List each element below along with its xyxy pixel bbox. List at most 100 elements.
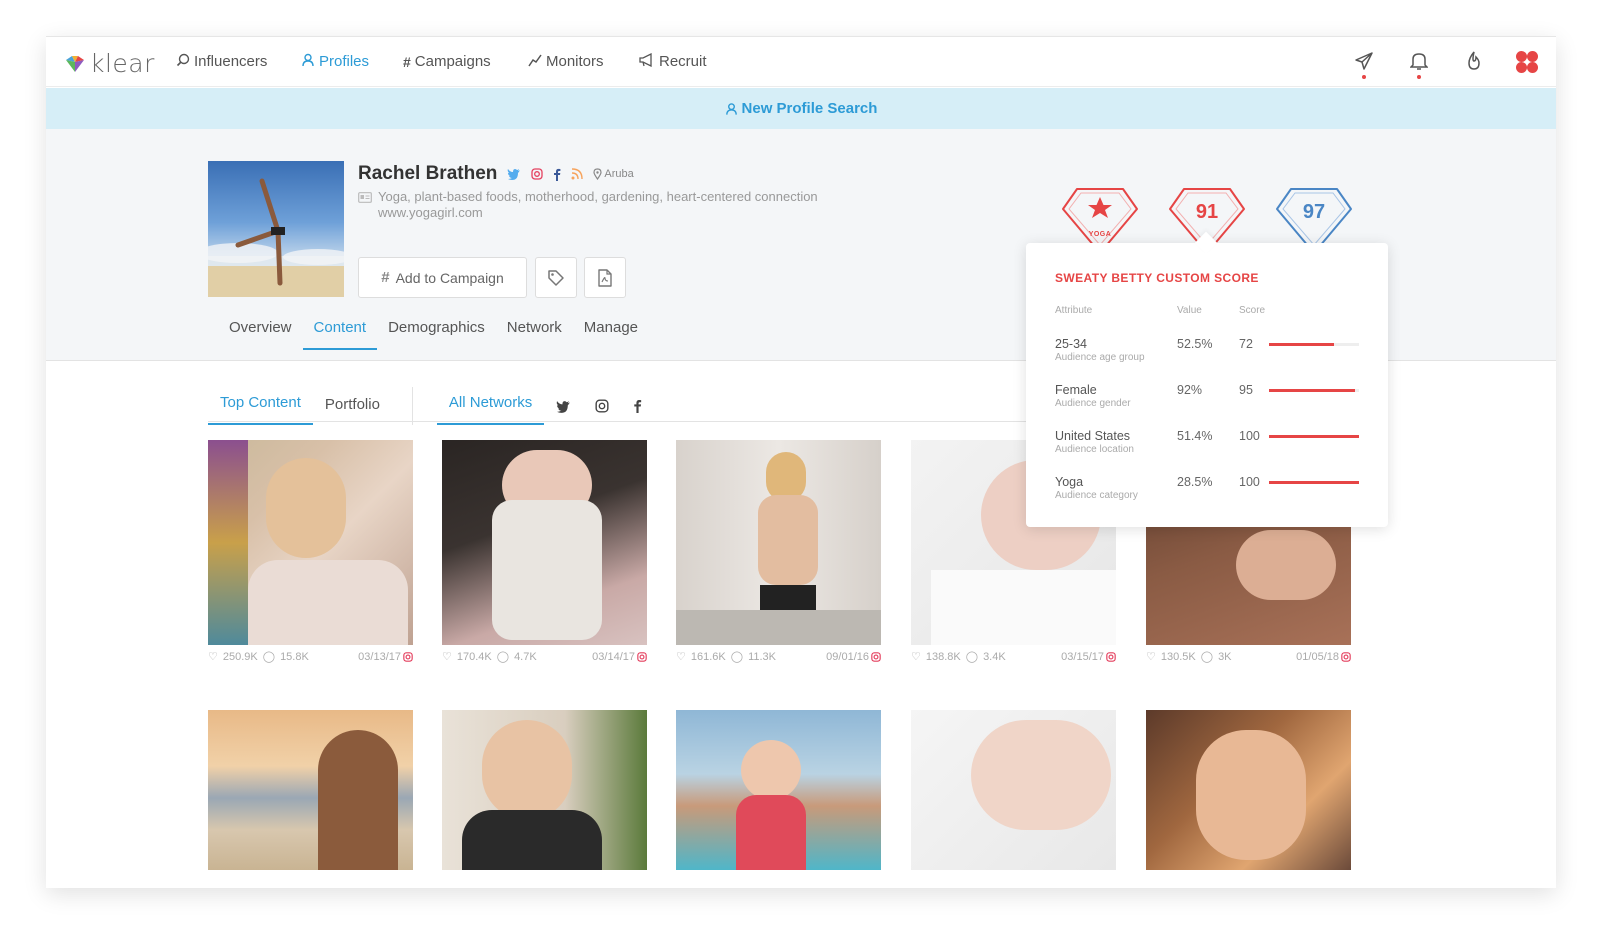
like-count: 138.8K <box>925 650 961 663</box>
post-card[interactable]: ♡ 170.4K ◯ 4.7K 03/14/17 <box>442 440 647 663</box>
comment-icon: ◯ <box>1200 651 1214 663</box>
location-text: Aruba <box>604 168 634 180</box>
bio-text: Yoga, plant-based foods, motherhood, gar… <box>378 189 818 204</box>
nav-influencers[interactable]: Influencers <box>176 53 267 70</box>
trend-icon <box>528 53 542 70</box>
post-meta: ♡ 130.5K ◯ 3K 01/05/18 <box>1146 650 1351 663</box>
attribute-name: Yoga <box>1055 475 1084 489</box>
add-to-campaign-button[interactable]: # Add to Campaign <box>358 257 527 298</box>
trending-button[interactable] <box>1462 49 1486 73</box>
attribute-value: 28.5% <box>1177 475 1213 489</box>
score-bar <box>1269 343 1359 346</box>
comment-count: 3.4K <box>983 650 1006 663</box>
attribute-score: 95 <box>1239 383 1253 397</box>
profile-website[interactable]: www.yogagirl.com <box>358 205 818 221</box>
post-image <box>442 440 647 645</box>
instagram-icon <box>1106 651 1116 662</box>
post-card[interactable] <box>208 710 413 870</box>
notifications-button[interactable] <box>1407 49 1431 79</box>
post-date: 03/14/17 <box>592 650 635 663</box>
post-image <box>208 710 413 870</box>
tab-network[interactable]: Network <box>496 319 573 350</box>
flame-icon <box>1468 51 1480 70</box>
nav-profiles[interactable]: Profiles <box>301 53 369 70</box>
hashtag-icon: # <box>403 53 411 70</box>
attribute-name: Female <box>1055 383 1097 397</box>
attribute-value: 52.5% <box>1177 337 1213 351</box>
custom-score-popover: SWEATY BETTY CUSTOM SCORE Attribute Valu… <box>1026 231 1388 527</box>
comment-icon: ◯ <box>730 651 744 663</box>
comment-count: 4.7K <box>514 650 537 663</box>
klear-logo-icon <box>66 55 84 72</box>
megaphone-icon <box>639 52 655 70</box>
attribute-name: 25-34 <box>1055 337 1087 351</box>
bell-icon <box>1410 53 1428 70</box>
tab-content[interactable]: Content <box>302 319 378 350</box>
comment-count: 11.3K <box>748 650 776 663</box>
profile-tabs: Overview Content Demographics Network Ma… <box>218 319 649 350</box>
score-bar <box>1269 435 1359 438</box>
attribute-score: 72 <box>1239 337 1253 351</box>
instagram-icon <box>637 651 647 662</box>
nav-label: Profiles <box>319 53 370 70</box>
new-profile-search-banner[interactable]: New Profile Search <box>46 88 1556 129</box>
post-card[interactable] <box>911 710 1116 870</box>
tag-button[interactable] <box>535 257 577 298</box>
attribute-value: 92% <box>1177 383 1203 397</box>
post-card[interactable] <box>442 710 647 870</box>
post-image <box>676 440 881 645</box>
user-icon <box>725 102 737 115</box>
score-row: Yoga Audience category 28.5% 100 <box>1055 475 1365 515</box>
score-bar-fill <box>1269 343 1334 346</box>
hashtag-icon: # <box>381 269 390 286</box>
logo[interactable]: klear <box>64 49 155 78</box>
post-meta: ♡ 170.4K ◯ 4.7K 03/14/17 <box>442 650 647 663</box>
rss-icon[interactable] <box>571 168 584 180</box>
post-card[interactable]: ♡ 250.9K ◯ 15.8K 03/13/17 <box>208 440 413 663</box>
tab-divider <box>411 387 413 425</box>
facebook-icon[interactable] <box>553 168 561 181</box>
heart-icon: ♡ <box>208 651 218 663</box>
score-row: United States Audience location 51.4% 100 <box>1055 429 1365 469</box>
score-bar <box>1269 389 1359 392</box>
post-date: 09/01/16 <box>826 650 869 663</box>
account-avatar[interactable] <box>1514 49 1540 75</box>
instagram-icon <box>403 651 413 662</box>
profile-name: Rachel Brathen <box>358 163 498 184</box>
tab-overview[interactable]: Overview <box>218 319 303 350</box>
post-meta: ♡ 161.6K ◯ 11.3K 09/01/16 <box>676 650 881 663</box>
column-header-score: Score <box>1239 305 1266 316</box>
post-card[interactable] <box>1146 710 1351 870</box>
comment-icon: ◯ <box>496 651 510 663</box>
category-badge-label: YOGA <box>1088 231 1112 238</box>
twitter-icon <box>556 401 571 413</box>
profile-bio: Yoga, plant-based foods, motherhood, gar… <box>358 189 818 221</box>
nav-campaigns[interactable]: # Campaigns <box>403 53 491 70</box>
map-pin-icon <box>593 168 602 180</box>
apps-icon <box>1516 51 1538 73</box>
instagram-icon[interactable] <box>531 168 544 180</box>
post-meta: ♡ 138.8K ◯ 3.4K 03/15/17 <box>911 650 1116 663</box>
column-header-value: Value <box>1177 305 1202 316</box>
attribute-score: 100 <box>1239 475 1260 489</box>
attribute-description: Audience category <box>1055 490 1138 501</box>
post-date: 01/05/18 <box>1296 650 1339 663</box>
tab-manage[interactable]: Manage <box>573 319 649 350</box>
twitter-icon[interactable] <box>507 168 521 180</box>
instagram-icon <box>871 651 881 662</box>
nav-recruit[interactable]: Recruit <box>639 52 707 70</box>
export-pdf-button[interactable] <box>584 257 626 298</box>
nav-label: Monitors <box>546 53 604 70</box>
content-tabs-divider <box>208 421 1028 422</box>
nav-label: Recruit <box>659 53 707 70</box>
score-bar-fill <box>1269 389 1355 392</box>
heart-icon: ♡ <box>1146 651 1156 663</box>
tab-demographics[interactable]: Demographics <box>377 319 496 350</box>
search-icon <box>176 53 190 70</box>
post-date: 03/15/17 <box>1061 650 1104 663</box>
nav-monitors[interactable]: Monitors <box>528 53 604 70</box>
post-card[interactable] <box>676 710 881 870</box>
comment-icon: ◯ <box>262 651 276 663</box>
send-button[interactable] <box>1352 49 1376 79</box>
post-card[interactable]: ♡ 161.6K ◯ 11.3K 09/01/16 <box>676 440 881 663</box>
